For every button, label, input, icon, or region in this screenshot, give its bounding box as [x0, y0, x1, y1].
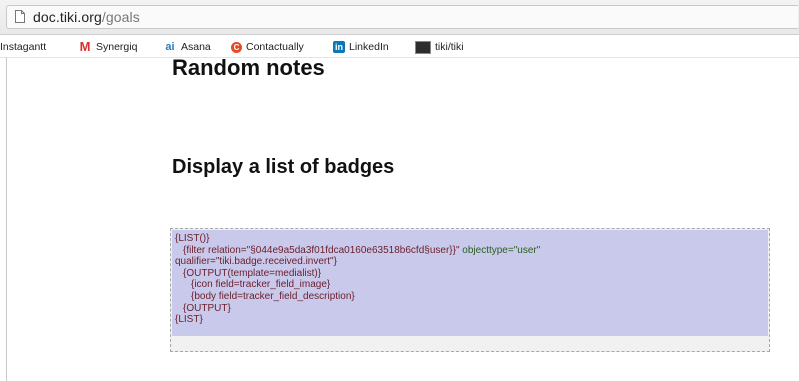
- code-line: {OUTPUT}: [183, 302, 231, 314]
- code-line: {LIST}: [175, 314, 203, 326]
- url-field[interactable]: doc.tiki.org/goals: [6, 5, 798, 29]
- tiki-icon: [415, 40, 431, 54]
- code-segment: objecttype="user": [462, 244, 541, 256]
- bookmark-linkedin[interactable]: in LinkedIn: [333, 40, 389, 54]
- code-line: {icon field=tracker_field_image}: [191, 279, 331, 291]
- code-line: qualifier="tiki.badge.received.invert"}: [175, 256, 337, 268]
- code-segment: {filter relation="§044e9a5da3f01fdca0160…: [183, 244, 463, 256]
- bookmark-contactually[interactable]: C Contactually: [231, 40, 304, 54]
- code-line: {body field=tracker_field_description}: [191, 290, 355, 302]
- bookmark-synergiq[interactable]: M Synergiq: [78, 39, 138, 54]
- code-line: {filter relation="§044e9a5da3f01fdca0160…: [175, 245, 765, 257]
- code-line: {LIST()}: [175, 233, 210, 244]
- contactually-icon: C: [231, 41, 242, 53]
- bookmark-label: Synergiq: [96, 41, 138, 53]
- bookmark-label: Contactually: [246, 41, 304, 53]
- bookmark-instagantt[interactable]: Instagantt: [0, 40, 46, 54]
- linkedin-icon: in: [333, 41, 345, 53]
- bookmark-tiki[interactable]: tiki/tiki: [415, 40, 464, 54]
- heading-display-badges: Display a list of badges: [172, 156, 395, 178]
- synergiq-m-icon: M: [79, 39, 91, 54]
- bookmark-label: LinkedIn: [349, 41, 389, 53]
- bookmark-label: Asana: [181, 41, 211, 53]
- bookmark-asana[interactable]: ai Asana: [163, 40, 211, 54]
- url-host: doc.tiki.org: [33, 9, 102, 25]
- asana-icon: ai: [165, 41, 175, 53]
- page-icon: [15, 10, 25, 23]
- sidebar-border: [6, 57, 7, 381]
- code-line: {OUTPUT(template=medialist)}: [183, 267, 322, 279]
- bookmark-label: Instagantt: [0, 41, 47, 53]
- bookmarks-bar: Instagantt M Synergiq ai Asana C Contact…: [0, 35, 799, 58]
- url-text: doc.tiki.org/goals: [33, 9, 140, 25]
- code-block: {LIST()} {filter relation="§044e9a5da3f0…: [170, 228, 770, 352]
- url-path: /goals: [101, 9, 140, 25]
- address-bar: doc.tiki.org/goals: [0, 0, 799, 35]
- heading-random-notes: Random notes: [172, 55, 325, 80]
- bookmark-label: tiki/tiki: [435, 41, 464, 53]
- code-lines: {LIST()} {filter relation="§044e9a5da3f0…: [175, 233, 765, 326]
